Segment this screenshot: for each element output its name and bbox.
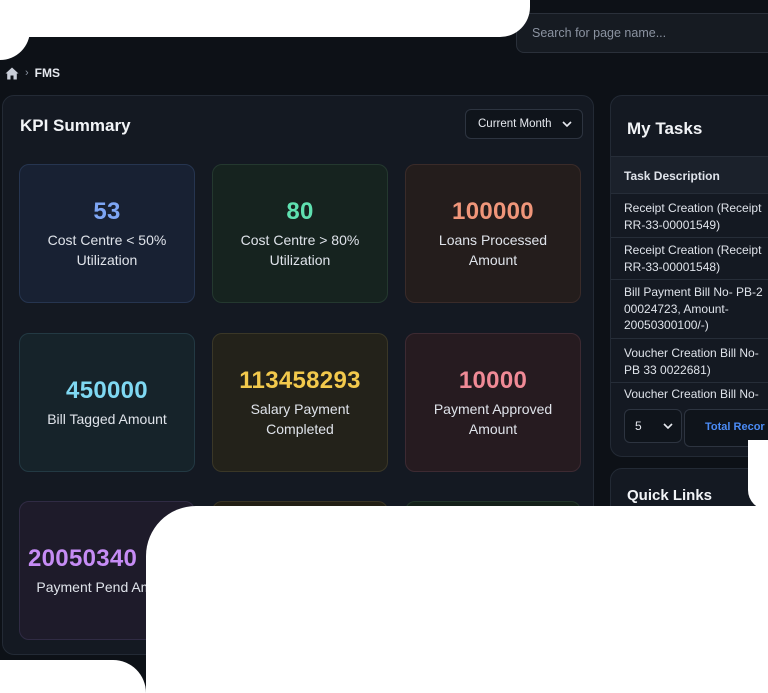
task-text-line: Voucher Creation Bill No- <box>624 346 759 360</box>
kpi-label: Payment Approved Amount <box>433 400 553 437</box>
kpi-label: Cost Centre < 50% Utilization <box>47 231 167 268</box>
kpi-card-cost-centre-over-80[interactable]: 80 Cost Centre > 80% Utilization <box>212 164 388 303</box>
kpi-value: 450000 <box>66 376 148 404</box>
breadcrumb: › FMS <box>5 66 60 80</box>
kpi-card-payment-approved[interactable]: 10000 Payment Approved Amount <box>405 333 581 472</box>
page-size-value: 5 <box>635 419 642 433</box>
search-input[interactable] <box>530 25 754 41</box>
kpi-card-loans-processed[interactable]: 100000 Loans Processed Amount <box>405 164 581 303</box>
kpi-label: Salary Payment Completed <box>250 400 350 437</box>
frame-cutout <box>748 440 768 510</box>
task-text-line: RR-33-00001549) <box>624 217 721 232</box>
task-row[interactable]: Receipt Creation (Receipt RR-33-00001549… <box>611 200 768 238</box>
task-row[interactable]: Voucher Creation Bill No- <box>611 386 768 406</box>
kpi-card-bill-tagged[interactable]: 450000 Bill Tagged Amount <box>19 333 195 472</box>
page-search-box[interactable] <box>516 13 768 53</box>
kpi-card-cost-centre-under-50[interactable]: 53 Cost Centre < 50% Utilization <box>19 164 195 303</box>
kpi-label: Cost Centre > 80% Utilization <box>240 231 360 268</box>
my-tasks-panel: My Tasks Task Description Receipt Creati… <box>610 95 768 457</box>
task-text-line: Bill Payment Bill No- PB-2 <box>624 285 763 299</box>
frame-cutout <box>0 0 500 37</box>
task-text-line: Receipt Creation (Receipt <box>624 243 762 257</box>
period-select[interactable]: Current Month <box>465 109 583 139</box>
kpi-value: 80 <box>286 197 314 225</box>
task-row[interactable]: Voucher Creation Bill No- PB 33 0022681) <box>611 345 768 383</box>
kpi-summary-title: KPI Summary <box>20 116 131 135</box>
chevron-right-icon: › <box>25 67 29 79</box>
quick-links-title: Quick Links <box>627 487 713 504</box>
task-description-header: Task Description <box>611 156 768 194</box>
task-text-line: RR-33-00001548) <box>624 259 721 274</box>
task-text-line: 20050300100/-) <box>624 318 709 332</box>
kpi-value: 53 <box>93 197 121 225</box>
page-size-select[interactable]: 5 <box>624 409 682 443</box>
task-text-line: PB 33 0022681) <box>624 362 711 377</box>
period-select-value: Current Month <box>478 118 552 130</box>
kpi-label: Loans Processed Amount <box>438 231 548 268</box>
home-icon[interactable] <box>5 67 19 80</box>
breadcrumb-current: FMS <box>34 66 61 80</box>
kpi-label: Bill Tagged Amount <box>47 410 167 427</box>
task-text-line: Receipt Creation (Receipt <box>624 201 762 215</box>
chevron-down-icon <box>663 423 673 429</box>
kpi-value: 100000 <box>452 197 534 225</box>
task-text-line: Voucher Creation Bill No- <box>624 387 759 401</box>
frame-cutout <box>0 660 146 693</box>
my-tasks-title: My Tasks <box>627 119 703 138</box>
frame-cutout <box>0 0 30 60</box>
kpi-value: 113458293 <box>239 366 361 394</box>
task-row[interactable]: Bill Payment Bill No- PB-2 00024723, Amo… <box>611 284 768 339</box>
kpi-value: 10000 <box>458 366 528 394</box>
kpi-value: 20050340 <box>28 544 138 572</box>
frame-cutout <box>146 506 768 693</box>
task-text-line: 00024723, Amount- <box>624 301 729 316</box>
task-row[interactable]: Receipt Creation (Receipt RR-33-00001548… <box>611 242 768 280</box>
app-window: › FMS KPI Summary Current Month 53 Cost … <box>0 0 768 693</box>
kpi-card-salary-payment[interactable]: 113458293 Salary Payment Completed <box>212 333 388 472</box>
chevron-down-icon <box>562 121 572 127</box>
